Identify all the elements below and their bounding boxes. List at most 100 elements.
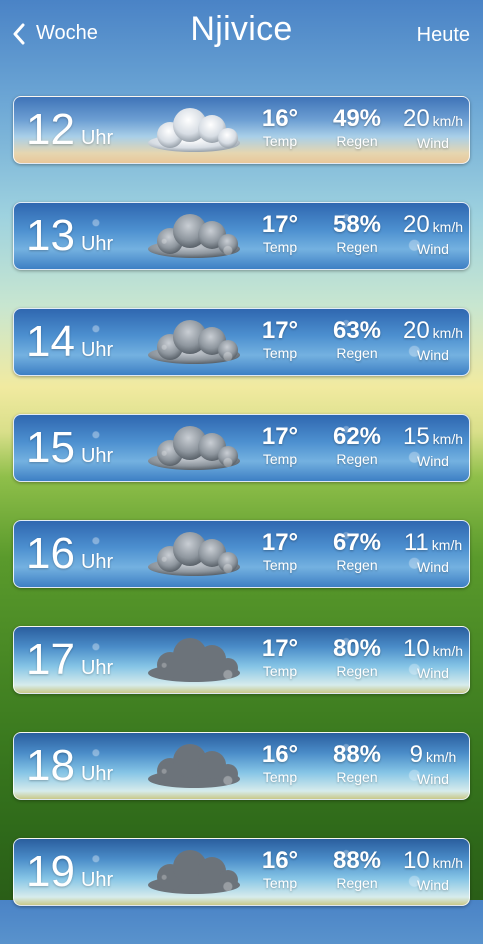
temperature: 17° Temp xyxy=(254,317,306,361)
temperature-value: 16° xyxy=(261,105,299,132)
forecast-row-19[interactable]: 19 Uhr 16° Temp 88% Regen 10 km/h Wind xyxy=(13,838,470,906)
forecast-row-18[interactable]: 18 Uhr 16° Temp 88% Regen 9 km/h Wind xyxy=(13,732,470,800)
temperature-label: Temp xyxy=(262,239,298,255)
hour-label: 18 Uhr xyxy=(26,741,113,791)
wind-value: 10 km/h xyxy=(402,847,464,874)
rain-value: 62% xyxy=(332,423,382,450)
rain-label: Regen xyxy=(336,239,378,255)
wind-speed: 20 km/h Wind xyxy=(395,317,469,363)
forecast-row-16[interactable]: 16 Uhr 17° Temp 67% Regen 11 km/h Wind xyxy=(13,520,470,588)
wind-value: 20 km/h xyxy=(402,211,464,238)
temperature-label: Temp xyxy=(262,663,298,679)
hour-value: 18 xyxy=(26,741,75,790)
hour-value: 16 xyxy=(26,529,75,578)
rain-value: 80% xyxy=(332,635,382,662)
temperature-label: Temp xyxy=(262,875,298,891)
rain-label: Regen xyxy=(336,345,378,361)
forecast-row-12[interactable]: 12 Uhr 16° Temp 49% Regen 20 km/h Wind xyxy=(13,96,470,164)
cloud-icon xyxy=(148,426,240,470)
temperature-value: 17° xyxy=(261,529,299,556)
wind-label: Wind xyxy=(417,453,449,469)
hour-unit: Uhr xyxy=(80,127,114,149)
hourly-forecast-list: 12 Uhr 16° Temp 49% Regen 20 km/h Wind 1… xyxy=(13,96,470,944)
wind-value: 20 km/h xyxy=(402,105,464,132)
hour-unit: Uhr xyxy=(80,657,114,679)
wind-value: 9 km/h xyxy=(409,741,457,768)
hour-value: 12 xyxy=(26,105,75,154)
hour-label: 14 Uhr xyxy=(26,317,113,367)
temperature: 17° Temp xyxy=(254,529,306,573)
wind-speed: 9 km/h Wind xyxy=(395,741,469,787)
cloud-icon xyxy=(148,744,240,788)
rain-label: Regen xyxy=(336,133,378,149)
temperature-label: Temp xyxy=(262,133,298,149)
cloud-icon xyxy=(148,320,240,364)
hour-unit: Uhr xyxy=(80,339,114,361)
hour-unit: Uhr xyxy=(80,551,114,573)
temperature: 16° Temp xyxy=(254,105,306,149)
cloud-icon xyxy=(148,214,240,258)
forecast-row-13[interactable]: 13 Uhr 17° Temp 58% Regen 20 km/h Wind xyxy=(13,202,470,270)
wind-label: Wind xyxy=(417,347,449,363)
rain-chance: 49% Regen xyxy=(322,105,392,149)
wind-value: 20 km/h xyxy=(402,317,464,344)
forecast-row-14[interactable]: 14 Uhr 17° Temp 63% Regen 20 km/h Wind xyxy=(13,308,470,376)
wind-label: Wind xyxy=(417,241,449,257)
hour-unit: Uhr xyxy=(80,763,114,785)
hour-value: 15 xyxy=(26,423,75,472)
hour-value: 14 xyxy=(26,317,75,366)
wind-value: 10 km/h xyxy=(402,635,464,662)
temperature: 16° Temp xyxy=(254,847,306,891)
temperature-value: 17° xyxy=(261,423,299,450)
rain-value: 88% xyxy=(332,741,382,768)
temperature: 17° Temp xyxy=(254,423,306,467)
page-title: Njivice xyxy=(190,10,293,48)
temperature-label: Temp xyxy=(262,451,298,467)
rain-value: 63% xyxy=(332,317,382,344)
temperature-value: 17° xyxy=(261,317,299,344)
hour-label: 12 Uhr xyxy=(26,105,113,155)
hour-label: 19 Uhr xyxy=(26,847,113,897)
temperature-value: 16° xyxy=(261,847,299,874)
wind-value: 15 km/h xyxy=(402,423,464,450)
wind-speed: 10 km/h Wind xyxy=(395,847,469,893)
rain-chance: 88% Regen xyxy=(322,741,392,785)
rain-chance: 67% Regen xyxy=(322,529,392,573)
rain-chance: 58% Regen xyxy=(322,211,392,255)
wind-label: Wind xyxy=(417,135,449,151)
rain-label: Regen xyxy=(336,769,378,785)
rain-label: Regen xyxy=(336,663,378,679)
rain-value: 88% xyxy=(332,847,382,874)
wind-speed: 20 km/h Wind xyxy=(395,211,469,257)
rain-chance: 63% Regen xyxy=(322,317,392,361)
wind-speed: 11 km/h Wind xyxy=(395,529,469,575)
hour-value: 13 xyxy=(26,211,75,260)
rain-chance: 88% Regen xyxy=(322,847,392,891)
hour-unit: Uhr xyxy=(80,233,114,255)
hour-label: 15 Uhr xyxy=(26,423,113,473)
rain-value: 58% xyxy=(332,211,382,238)
rain-chance: 80% Regen xyxy=(322,635,392,679)
hour-value: 17 xyxy=(26,635,75,684)
wind-speed: 15 km/h Wind xyxy=(395,423,469,469)
temperature-value: 17° xyxy=(261,211,299,238)
rain-chance: 62% Regen xyxy=(322,423,392,467)
cloud-icon xyxy=(148,532,240,576)
hour-label: 16 Uhr xyxy=(26,529,113,579)
wind-value: 11 km/h xyxy=(403,529,463,556)
rain-label: Regen xyxy=(336,557,378,573)
hour-unit: Uhr xyxy=(80,445,114,467)
rain-label: Regen xyxy=(336,451,378,467)
rain-value: 67% xyxy=(332,529,382,556)
wind-label: Wind xyxy=(417,771,449,787)
cloud-icon xyxy=(148,108,240,152)
wind-speed: 10 km/h Wind xyxy=(395,635,469,681)
wind-label: Wind xyxy=(417,877,449,893)
hour-label: 13 Uhr xyxy=(26,211,113,261)
forecast-row-15[interactable]: 15 Uhr 17° Temp 62% Regen 15 km/h Wind xyxy=(13,414,470,482)
today-button[interactable]: Heute xyxy=(417,24,470,47)
temperature: 17° Temp xyxy=(254,211,306,255)
temperature-value: 17° xyxy=(261,635,299,662)
hour-value: 19 xyxy=(26,847,75,896)
forecast-row-17[interactable]: 17 Uhr 17° Temp 80% Regen 10 km/h Wind xyxy=(13,626,470,694)
